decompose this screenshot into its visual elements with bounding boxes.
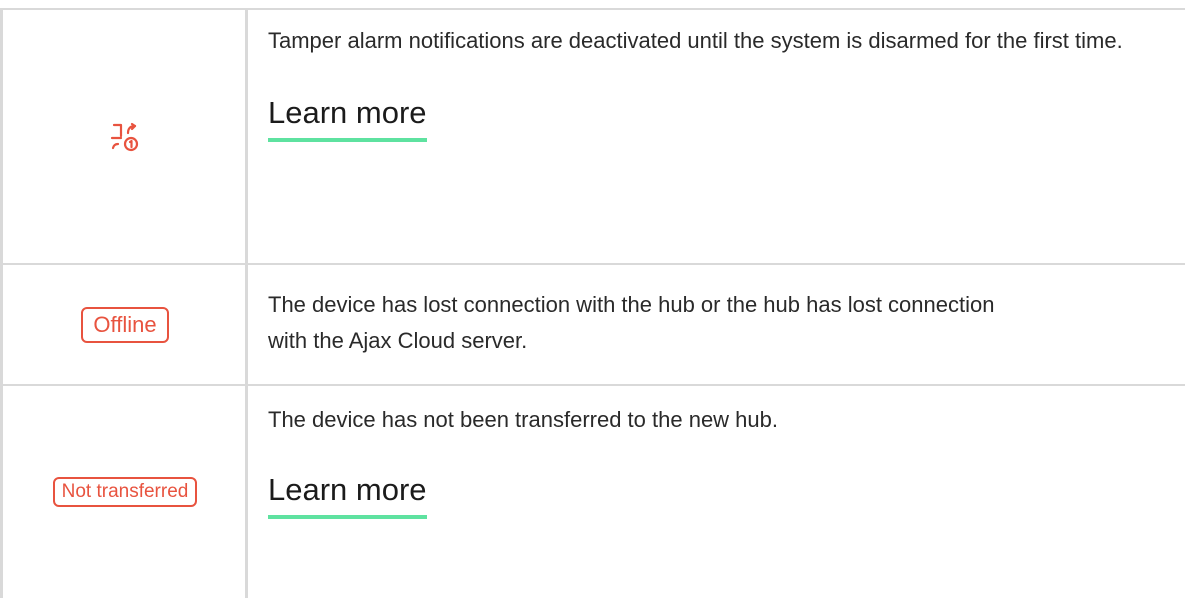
learn-more-link[interactable]: Learn more xyxy=(268,472,427,519)
status-badge-not-transferred: Not transferred xyxy=(52,477,198,507)
row-description: The device has lost connection with the … xyxy=(268,292,995,353)
tamper-icon xyxy=(3,10,247,263)
row-description-cell: Tamper alarm notifications are deactivat… xyxy=(268,23,1168,142)
table-row: Not transferred The device has not been … xyxy=(0,386,1185,598)
status-badge-cell: Offline xyxy=(3,265,247,384)
row-description: The device has not been transferred to t… xyxy=(268,407,778,432)
row-description-cell: The device has lost connection with the … xyxy=(268,287,1168,359)
row-description-cell: The device has not been transferred to t… xyxy=(268,402,1168,519)
status-badge-cell: Not transferred xyxy=(3,386,247,598)
status-badge-offline: Offline xyxy=(81,306,169,343)
table-row: Tamper alarm notifications are deactivat… xyxy=(0,10,1185,263)
learn-more-link[interactable]: Learn more xyxy=(268,95,427,142)
status-table: Tamper alarm notifications are deactivat… xyxy=(0,0,1185,598)
table-row: Offline The device has lost connection w… xyxy=(0,265,1185,384)
row-description: Tamper alarm notifications are deactivat… xyxy=(268,28,1123,53)
